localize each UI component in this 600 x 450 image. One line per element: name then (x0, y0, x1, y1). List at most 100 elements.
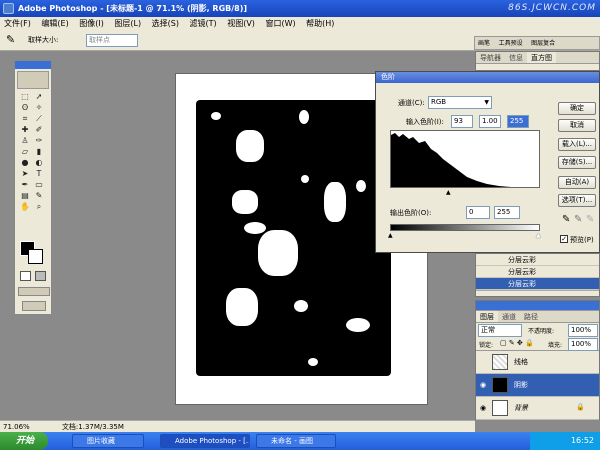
blur-icon[interactable]: ● (18, 157, 32, 168)
menu-layer[interactable]: 图层(L) (110, 17, 145, 30)
menu-edit[interactable]: 编辑(E) (37, 17, 72, 30)
eye-icon[interactable]: ◉ (478, 381, 488, 389)
load-button[interactable]: 载入(L)... (558, 138, 596, 151)
tab-histogram[interactable]: 直方图 (527, 52, 556, 63)
menu-window[interactable]: 窗口(W) (261, 17, 299, 30)
slice-icon[interactable]: ⟋ (32, 113, 46, 124)
healing-brush-icon[interactable]: ✚ (18, 124, 32, 135)
marquee-icon[interactable]: ⬚ (18, 91, 32, 102)
dock-tab-brushes[interactable]: 画笔 (475, 37, 493, 49)
input-gamma-field[interactable]: 1.00 (479, 115, 501, 128)
hand-icon[interactable]: ✋ (18, 201, 32, 212)
task-photoshop[interactable]: Adobe Photoshop - [... (160, 434, 250, 448)
screen-mode-icons[interactable] (18, 287, 50, 296)
layer-row-shadow[interactable]: ◉ 阴影 (476, 374, 599, 397)
gamma-slider-icon[interactable]: ▲ (446, 189, 451, 196)
jump-to-imageready-icon[interactable] (22, 301, 46, 311)
channel-label: 通道(C): (398, 99, 425, 107)
menu-image[interactable]: 图像(I) (75, 17, 108, 30)
eye-icon[interactable]: ◉ (478, 404, 488, 412)
tab-navigator[interactable]: 导航器 (476, 52, 505, 63)
output-black-field[interactable]: 0 (466, 206, 490, 219)
black-eyedropper-icon[interactable]: ✎ (562, 214, 570, 225)
chevron-down-icon: ▼ (484, 99, 489, 106)
layers-panel-grip[interactable] (476, 301, 599, 311)
notes-icon[interactable]: ▤ (18, 190, 32, 201)
layer-row-background[interactable]: ◉ 背景 🔒 (476, 397, 599, 420)
standard-mode-icon[interactable] (20, 271, 31, 281)
blend-mode-select[interactable]: 正常 (478, 324, 522, 337)
channel-select[interactable]: RGB ▼ (428, 96, 492, 109)
auto-button[interactable]: 自动(A) (558, 176, 596, 189)
tab-channels[interactable]: 通道 (498, 311, 520, 322)
white-eyedropper-icon[interactable]: ✎ (586, 214, 594, 225)
fill-field[interactable]: 100% (568, 338, 598, 351)
tab-info[interactable]: 信息 (505, 52, 527, 63)
start-button[interactable]: 开始 (0, 432, 48, 450)
dock-tab-layer-comps[interactable]: 图层复合 (528, 37, 558, 49)
history-row[interactable]: 分层云彩 (476, 266, 599, 278)
crop-icon[interactable]: ⌗ (18, 113, 32, 124)
task-paint[interactable]: 未命名 - 画图 (256, 434, 336, 448)
eyedropper-tool-icon[interactable]: ✎ (32, 190, 46, 201)
dock-tab-tool-presets[interactable]: 工具预设 (496, 37, 526, 49)
dodge-icon[interactable]: ◐ (32, 157, 46, 168)
layer-name[interactable]: 阴影 (514, 374, 528, 397)
move-icon[interactable]: ➚ (32, 91, 46, 102)
output-white-field[interactable]: 255 (494, 206, 520, 219)
layer-row-grid[interactable]: 线格 (476, 351, 599, 374)
tab-layers[interactable]: 图层 (476, 311, 498, 322)
input-black-field[interactable]: 93 (451, 115, 473, 128)
shape-icon[interactable]: ▭ (32, 179, 46, 190)
eraser-icon[interactable]: ▱ (18, 146, 32, 157)
menu-view[interactable]: 视图(V) (223, 17, 259, 30)
task-picture-collection[interactable]: 图片收藏 (72, 434, 144, 448)
zoom-level[interactable]: 71.06% (0, 423, 30, 431)
start-label: 开始 (16, 436, 35, 446)
tab-paths[interactable]: 路径 (520, 311, 542, 322)
sample-size-select[interactable]: 取样点 (86, 34, 138, 47)
gray-eyedropper-icon[interactable]: ✎ (574, 214, 582, 225)
preview-label: 预览(P) (570, 236, 594, 244)
ok-button[interactable]: 确定 (558, 102, 596, 115)
cancel-button[interactable]: 取消 (558, 119, 596, 132)
input-white-field[interactable]: 255 (507, 115, 529, 128)
layer-thumbnail (492, 377, 508, 393)
output-levels-label: 输出色阶(O): (390, 209, 432, 217)
menu-file[interactable]: 文件(F) (0, 17, 35, 30)
lasso-icon[interactable]: ʘ (18, 102, 32, 113)
history-row[interactable]: 分层云彩 (476, 254, 599, 266)
quick-mask-icon[interactable] (35, 271, 46, 281)
toolbox-grip[interactable] (15, 61, 51, 69)
zoom-icon[interactable]: ⌕ (32, 201, 46, 212)
history-row[interactable]: 分层云彩 (476, 278, 599, 290)
menu-help[interactable]: 帮助(H) (302, 17, 338, 30)
output-black-slider-icon[interactable]: ▲ (388, 232, 393, 239)
menu-filter[interactable]: 滤镜(T) (186, 17, 221, 30)
channel-value: RGB (431, 98, 447, 106)
input-sliders[interactable]: ▲ (390, 189, 540, 196)
clone-stamp-icon[interactable]: ♙ (18, 135, 32, 146)
pen-icon[interactable]: ✒ (18, 179, 32, 190)
menu-bar: 文件(F) 编辑(E) 图像(I) 图层(L) 选择(S) 滤镜(T) 视图(V… (0, 17, 600, 30)
options-button[interactable]: 选项(T)... (558, 194, 596, 207)
eyedropper-icon[interactable]: ✎ (6, 33, 15, 46)
layer-name[interactable]: 线格 (514, 351, 528, 374)
type-icon[interactable]: T (32, 168, 46, 179)
preview-checkbox[interactable]: ✓ (560, 235, 568, 243)
output-white-slider-icon[interactable]: ▲ (536, 232, 541, 239)
brush-icon[interactable]: ✐ (32, 124, 46, 135)
save-button[interactable]: 存储(S)... (558, 156, 596, 169)
layer-name[interactable]: 背景 (514, 397, 528, 420)
gradient-icon[interactable]: ▮ (32, 146, 46, 157)
adobe-online-icon[interactable] (17, 71, 49, 89)
opacity-field[interactable]: 100% (568, 324, 598, 337)
menu-select[interactable]: 选择(S) (148, 17, 183, 30)
lock-icons[interactable]: ▢ ✎ ✥ 🔒 (500, 339, 534, 347)
background-color-swatch[interactable] (28, 249, 43, 264)
history-brush-icon[interactable]: ✑ (32, 135, 46, 146)
magic-wand-icon[interactable]: ✧ (32, 102, 46, 113)
clock: 16:52 (570, 436, 594, 445)
levels-dialog-title[interactable]: 色阶 (376, 72, 599, 83)
path-select-icon[interactable]: ➤ (18, 168, 32, 179)
